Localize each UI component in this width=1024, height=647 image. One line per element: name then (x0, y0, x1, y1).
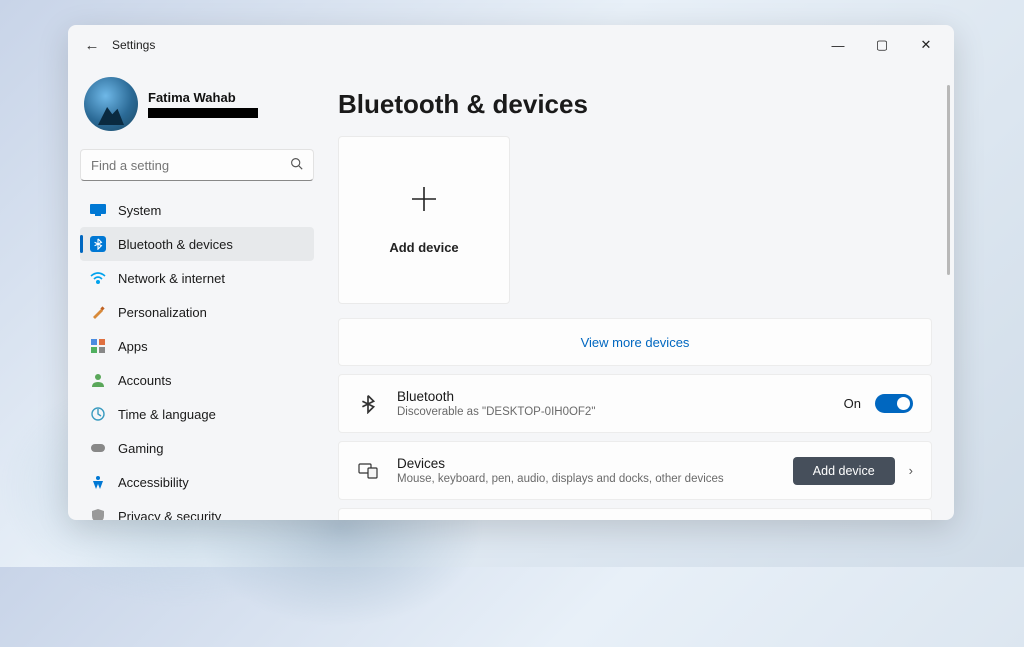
apps-icon (90, 338, 106, 354)
printers-row[interactable]: Printers & scanners Preferences, trouble… (338, 508, 932, 520)
sidebar-item-label: Accounts (118, 373, 171, 388)
user-email-redacted (148, 108, 258, 118)
row-title: Bluetooth (397, 389, 595, 404)
settings-window: ← Settings — ▢ ✕ Fatima Wahab (68, 25, 954, 520)
user-account-row[interactable]: Fatima Wahab (80, 73, 314, 141)
chevron-right-icon: › (909, 463, 913, 478)
bluetooth-toggle[interactable] (875, 394, 913, 413)
sidebar-item-system[interactable]: System (80, 193, 314, 227)
sidebar: Fatima Wahab System (68, 65, 326, 520)
row-subtitle: Discoverable as "DESKTOP-0IH0OF2" (397, 406, 595, 418)
add-device-tile[interactable]: Add device (338, 136, 510, 304)
sidebar-item-label: Time & language (118, 407, 216, 422)
window-title: Settings (112, 38, 155, 52)
add-device-button[interactable]: Add device (793, 457, 895, 485)
sidebar-item-accounts[interactable]: Accounts (80, 363, 314, 397)
sidebar-item-bluetooth[interactable]: Bluetooth & devices (80, 227, 314, 261)
arrow-left-icon: ← (85, 37, 100, 54)
plus-icon (410, 185, 438, 220)
sidebar-item-label: Bluetooth & devices (118, 237, 233, 252)
page-title: Bluetooth & devices (338, 89, 932, 120)
search-icon (290, 157, 303, 173)
sidebar-item-label: System (118, 203, 161, 218)
sidebar-item-label: Apps (118, 339, 148, 354)
view-more-label: View more devices (581, 335, 690, 350)
search-input[interactable] (91, 158, 290, 173)
shield-icon (90, 508, 106, 520)
minimize-icon: — (832, 38, 845, 53)
devices-icon (357, 463, 379, 479)
main-content: Bluetooth & devices Add device View more… (326, 65, 954, 520)
close-button[interactable]: ✕ (904, 29, 948, 61)
sidebar-item-label: Network & internet (118, 271, 225, 286)
back-button[interactable]: ← (78, 31, 106, 59)
add-device-label: Add device (389, 240, 458, 255)
gamepad-icon (90, 440, 106, 456)
avatar (84, 77, 138, 131)
sidebar-item-label: Accessibility (118, 475, 189, 490)
bluetooth-icon (90, 236, 106, 252)
sidebar-item-gaming[interactable]: Gaming (80, 431, 314, 465)
display-icon (90, 202, 106, 218)
person-icon (90, 372, 106, 388)
sidebar-item-label: Privacy & security (118, 509, 221, 521)
sidebar-item-apps[interactable]: Apps (80, 329, 314, 363)
minimize-button[interactable]: — (816, 29, 860, 61)
maximize-button[interactable]: ▢ (860, 29, 904, 61)
sidebar-item-privacy[interactable]: Privacy & security (80, 499, 314, 520)
sidebar-item-label: Gaming (118, 441, 164, 456)
globe-clock-icon (90, 406, 106, 422)
paintbrush-icon (90, 304, 106, 320)
row-title: Devices (397, 456, 724, 471)
scrollbar-thumb[interactable] (947, 85, 950, 275)
maximize-icon: ▢ (876, 37, 888, 53)
user-name: Fatima Wahab (148, 90, 258, 105)
row-subtitle: Mouse, keyboard, pen, audio, displays an… (397, 473, 724, 485)
sidebar-item-accessibility[interactable]: Accessibility (80, 465, 314, 499)
search-box[interactable] (80, 149, 314, 181)
wifi-icon (90, 270, 106, 286)
sidebar-nav: System Bluetooth & devices Network & int… (80, 193, 314, 520)
titlebar: ← Settings — ▢ ✕ (68, 25, 954, 65)
sidebar-item-personalization[interactable]: Personalization (80, 295, 314, 329)
view-more-devices-link[interactable]: View more devices (338, 318, 932, 366)
close-icon: ✕ (921, 37, 932, 53)
bluetooth-icon (357, 394, 379, 414)
sidebar-item-time[interactable]: Time & language (80, 397, 314, 431)
sidebar-item-network[interactable]: Network & internet (80, 261, 314, 295)
devices-row[interactable]: Devices Mouse, keyboard, pen, audio, dis… (338, 441, 932, 500)
sidebar-item-label: Personalization (118, 305, 207, 320)
accessibility-icon (90, 474, 106, 490)
bluetooth-toggle-row: Bluetooth Discoverable as "DESKTOP-0IH0O… (338, 374, 932, 433)
toggle-state-label: On (844, 396, 861, 411)
